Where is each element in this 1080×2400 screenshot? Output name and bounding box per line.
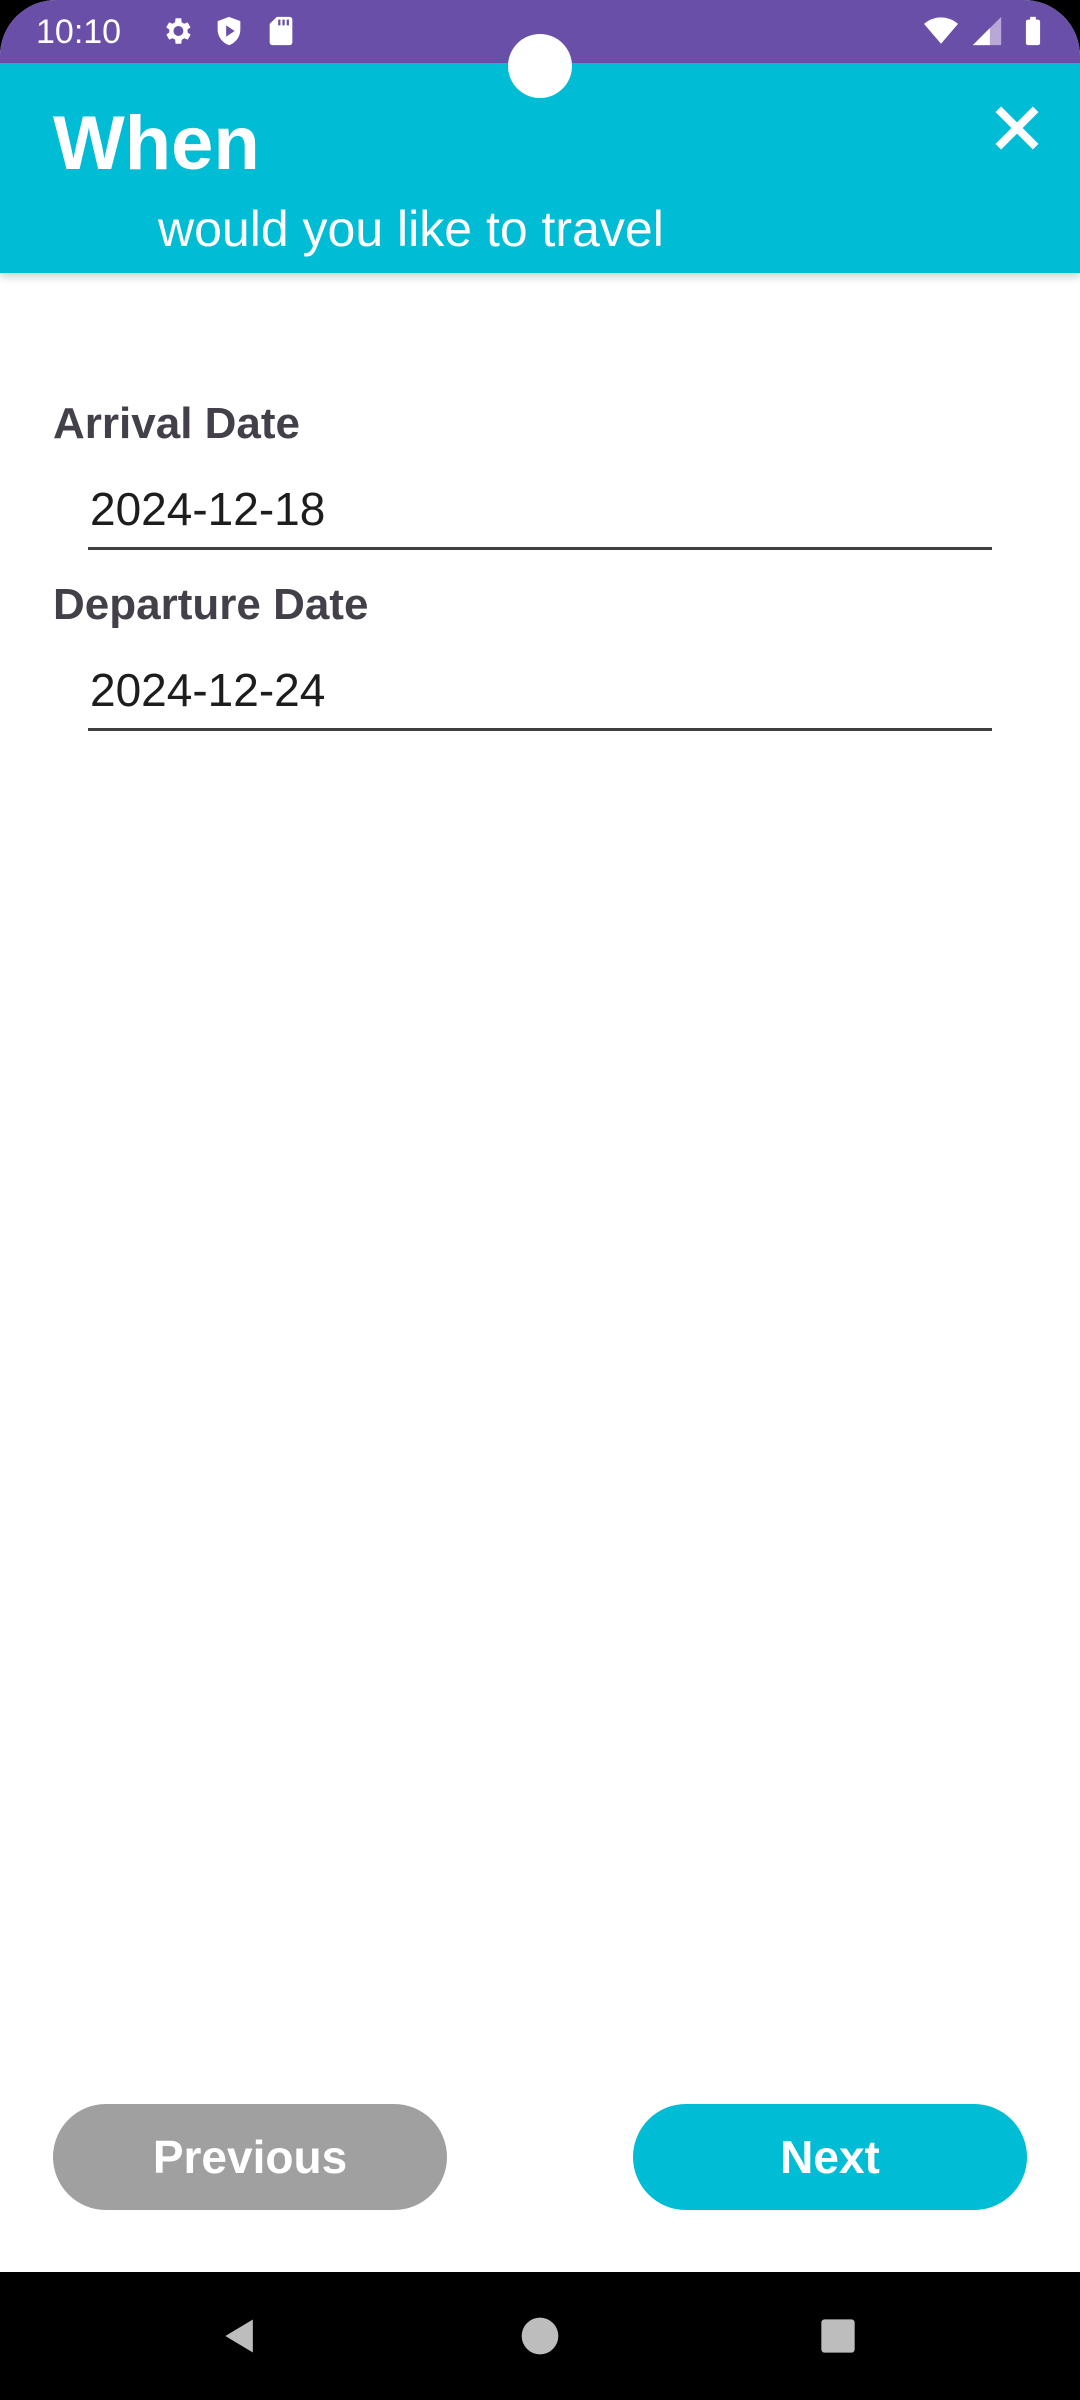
previous-button[interactable]: Previous — [53, 2104, 447, 2210]
nav-back-button[interactable] — [208, 2304, 272, 2368]
system-nav-bar — [0, 2272, 1080, 2400]
shield-play-icon — [217, 16, 241, 46]
back-icon — [225, 2319, 253, 2353]
recents-icon — [821, 2319, 855, 2353]
page-title: When — [53, 101, 260, 186]
nav-recents-button[interactable] — [806, 2304, 870, 2368]
next-button[interactable]: Next — [633, 2104, 1027, 2210]
status-icons-right — [924, 14, 1050, 48]
close-button[interactable] — [982, 93, 1052, 163]
cell-signal-icon — [972, 16, 1002, 46]
gear-icon — [166, 18, 191, 44]
nav-home-button[interactable] — [508, 2304, 572, 2368]
wifi-icon — [924, 17, 958, 44]
arrival-date-field[interactable] — [88, 476, 992, 550]
home-icon — [521, 2317, 559, 2355]
arrival-date-label: Arrival Date — [53, 399, 301, 448]
battery-icon — [1025, 16, 1041, 46]
page-subtitle: would you like to travel — [158, 201, 664, 257]
status-time: 10:10 — [36, 13, 122, 51]
camera-cutout — [508, 34, 572, 98]
departure-date-label: Departure Date — [53, 580, 369, 629]
sd-card-icon — [269, 16, 293, 46]
departure-date-field[interactable] — [88, 657, 992, 731]
close-icon — [995, 106, 1039, 150]
status-icons-left — [160, 14, 298, 48]
app-screen: 10:10 When would you like to travel Arri… — [0, 0, 1080, 2400]
